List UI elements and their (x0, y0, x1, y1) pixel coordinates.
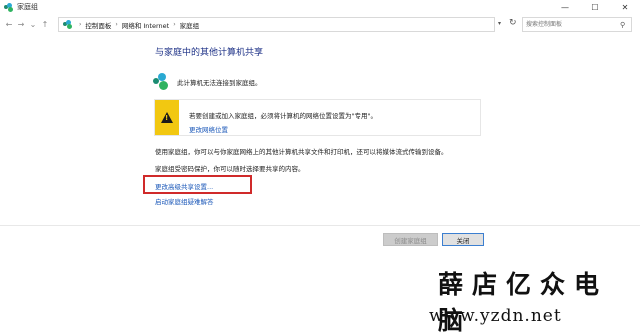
divider (0, 225, 640, 226)
page-title: 与家庭中的其他计算机共享 (155, 48, 264, 58)
advanced-sharing-settings-link[interactable]: 更改高级共享设置... (155, 181, 213, 191)
address-bar: ← → ⌄ ↑ › 控制面板 › 网络和 Internet › 家庭组 ▾ ↻ … (0, 15, 640, 34)
breadcrumb[interactable]: › 控制面板 › 网络和 Internet › 家庭组 (58, 17, 495, 32)
troubleshooter-link[interactable]: 启动家庭组疑难解答 (155, 196, 214, 206)
breadcrumb-separator: › (79, 21, 82, 28)
warning-stripe: ! (155, 100, 179, 135)
warning-text: 若要创建或加入家庭组，必须将计算机的网络位置设置为"专用"。 (189, 112, 377, 120)
breadcrumb-separator: › (115, 21, 118, 28)
warning-icon: ! (161, 112, 173, 123)
title-bar: 家庭组 — ☐ ✕ (0, 0, 640, 14)
description-text: 使用家庭组，你可以与你家庭网络上的其他计算机共享文件和打印机，还可以将媒体流式传… (155, 148, 448, 156)
watermark-url: www.yzdn.net (429, 306, 562, 326)
breadcrumb-homegroup[interactable]: 家庭组 (180, 20, 200, 30)
status-row: 此计算机无法连接到家庭组。 (151, 72, 262, 92)
status-text: 此计算机无法连接到家庭组。 (177, 79, 262, 87)
breadcrumb-separator: › (173, 21, 176, 28)
search-input[interactable] (523, 18, 618, 31)
password-info-text: 家庭组受密码保护，你可以随时选择要共享的内容。 (155, 165, 305, 173)
search-icon[interactable]: ⚲ (620, 21, 625, 29)
maximize-button[interactable]: ☐ (580, 0, 610, 14)
change-network-location-link[interactable]: 更改网络位置 (189, 124, 228, 134)
back-button[interactable]: ← (3, 18, 15, 32)
close-button[interactable]: 关闭 (442, 233, 484, 246)
homegroup-icon (4, 2, 13, 12)
minimize-button[interactable]: — (550, 0, 580, 14)
homegroup-icon (63, 20, 72, 29)
recent-locations-button[interactable]: ⌄ (27, 18, 39, 32)
window-title: 家庭组 (17, 3, 38, 11)
warning-panel: ! 若要创建或加入家庭组，必须将计算机的网络位置设置为"专用"。 更改网络位置 (154, 99, 481, 136)
search-box[interactable]: ⚲ (522, 17, 632, 32)
chevron-down-icon[interactable]: ▾ (498, 20, 501, 27)
forward-button[interactable]: → (15, 18, 27, 32)
breadcrumb-control-panel[interactable]: 控制面板 (85, 20, 111, 30)
create-homegroup-button[interactable]: 创建家庭组 (383, 233, 438, 246)
close-window-button[interactable]: ✕ (610, 0, 640, 14)
up-button[interactable]: ↑ (39, 18, 51, 32)
refresh-icon[interactable]: ↻ (509, 18, 517, 28)
homegroup-icon (151, 72, 171, 92)
breadcrumb-network-internet[interactable]: 网络和 Internet (122, 20, 169, 30)
window-controls: — ☐ ✕ (550, 0, 640, 14)
